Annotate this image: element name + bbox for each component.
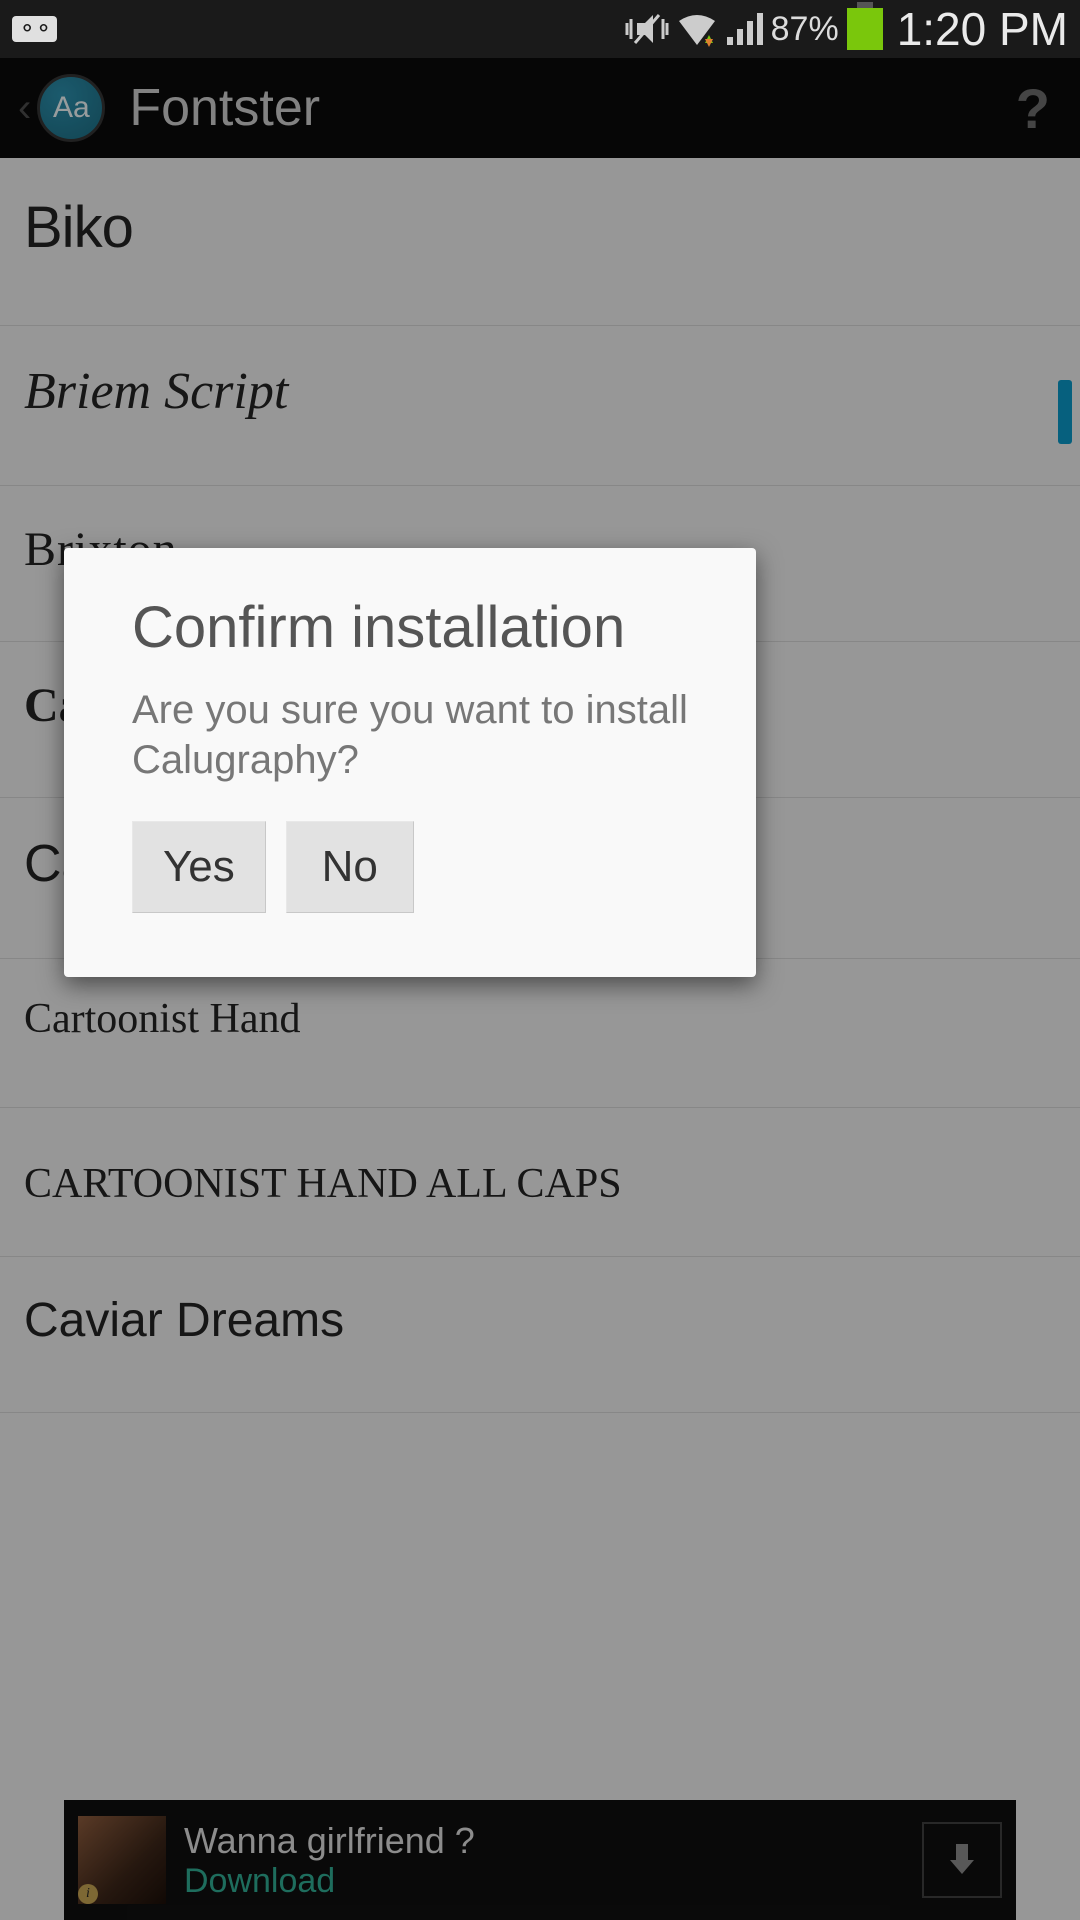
android-status-bar: ⚬⚬ 87% 1:20 PM [0,0,1080,58]
no-button[interactable]: No [286,821,414,913]
status-clock: 1:20 PM [897,2,1068,56]
battery-percent: 87% [771,10,839,49]
status-right: 87% 1:20 PM [625,2,1068,56]
yes-button[interactable]: Yes [132,821,266,913]
dialog-title: Confirm installation [132,594,688,661]
confirm-dialog: Confirm installation Are you sure you wa… [64,548,756,977]
status-left: ⚬⚬ [12,16,57,42]
wifi-icon [675,9,719,49]
dialog-buttons: Yes No [132,821,688,913]
dialog-message: Are you sure you want to install Calugra… [132,685,688,785]
modal-backdrop[interactable] [0,58,1080,1920]
signal-icon [725,9,765,49]
voicemail-icon: ⚬⚬ [12,16,57,42]
battery-icon [847,8,883,50]
vibrate-silent-icon [625,9,669,49]
